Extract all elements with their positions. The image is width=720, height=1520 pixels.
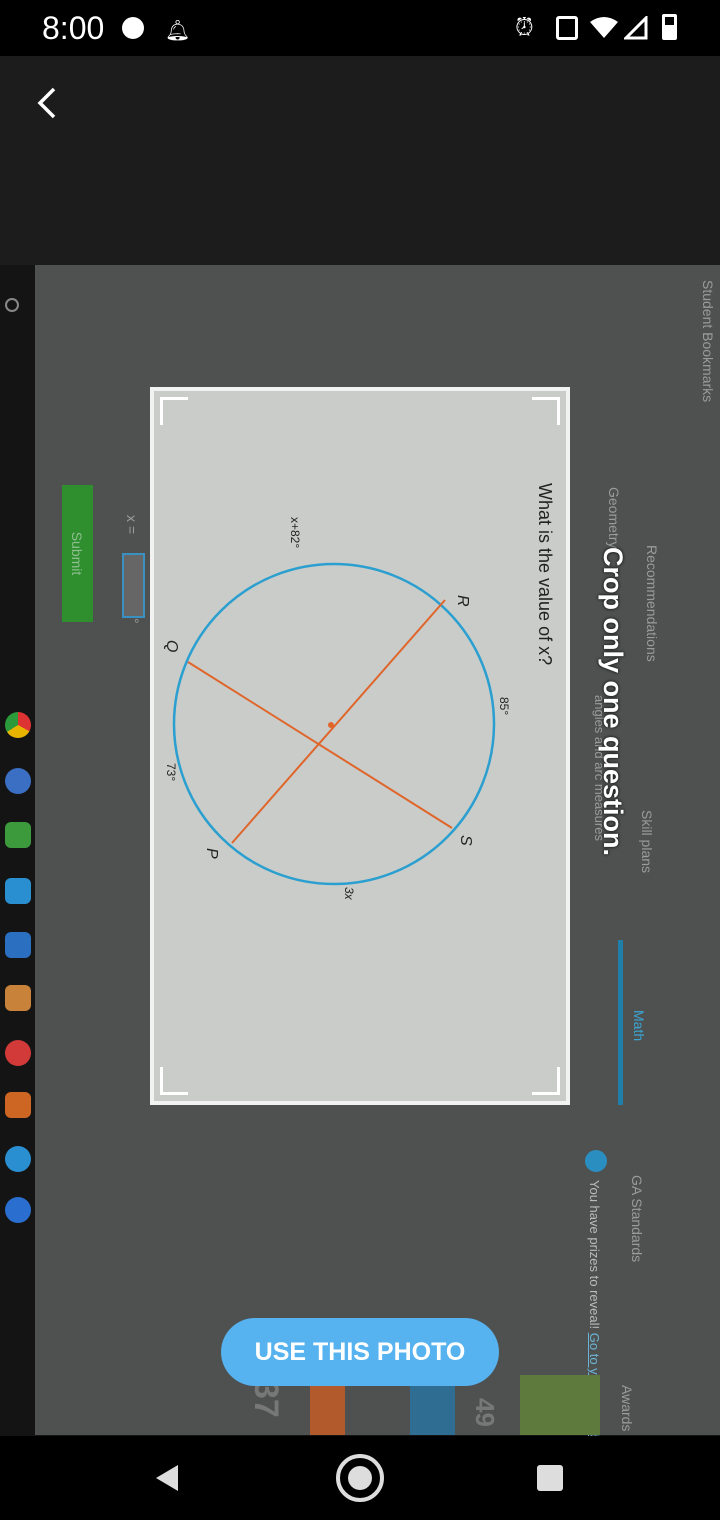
point-label-q: Q	[163, 640, 180, 653]
nav-recents-icon[interactable]	[537, 1465, 563, 1491]
chord-rp	[231, 599, 446, 844]
nav-back-icon[interactable]	[152, 1463, 182, 1493]
navigation-bar	[0, 1436, 720, 1520]
arc-label-sp: 3x	[342, 887, 356, 900]
intersection-point	[328, 722, 334, 728]
crop-instruction: Crop only one question.	[598, 547, 628, 856]
question-text: What is the value of x?	[535, 483, 555, 666]
point-label-p: P	[203, 848, 220, 859]
use-photo-label: USE THIS PHOTO	[254, 1337, 466, 1366]
nav-home-icon[interactable]	[336, 1454, 384, 1502]
point-label-r: R	[454, 595, 471, 607]
use-this-photo-button[interactable]: USE THIS PHOTO	[221, 1318, 499, 1386]
circle	[172, 562, 496, 886]
arc-label-qr: x+82°	[288, 517, 302, 549]
point-label-s: S	[457, 835, 474, 846]
arc-label-pq: 73°	[164, 763, 178, 782]
arc-label-rs: 85°	[497, 697, 511, 716]
chord-qs	[187, 661, 453, 829]
